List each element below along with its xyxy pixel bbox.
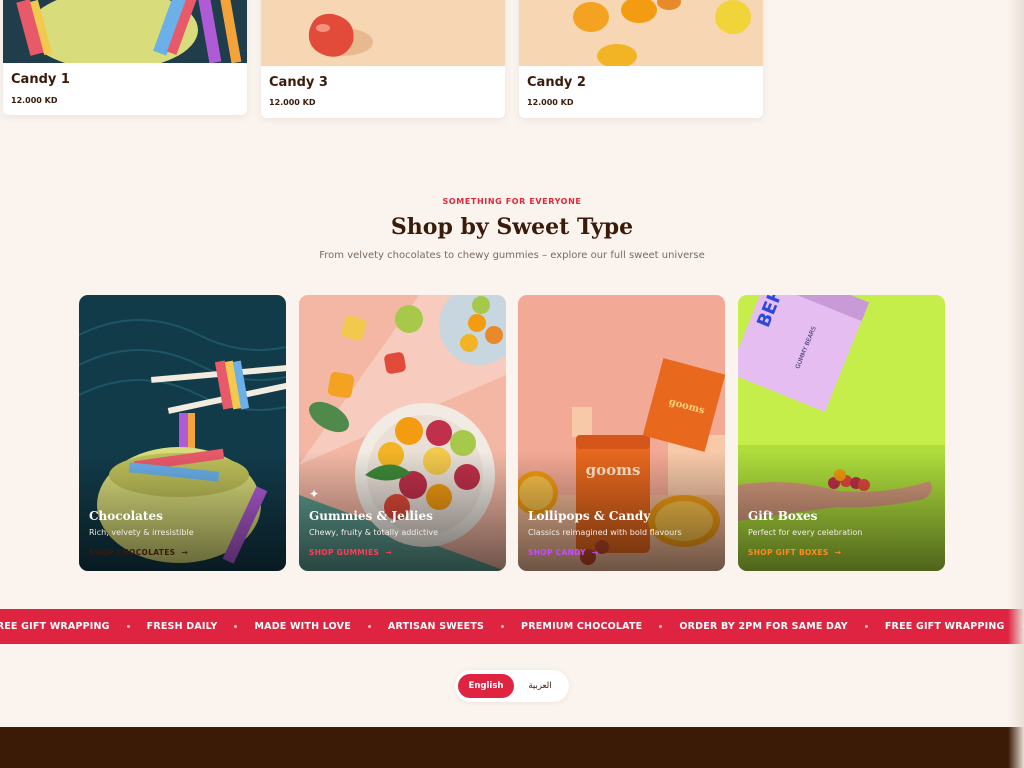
product-grid: Candy 1 12.000 KD Candy 3 12.000 KD Cand…: [0, 0, 1024, 130]
product-card[interactable]: Candy 1 12.000 KD: [3, 0, 247, 115]
dot-separator: [367, 625, 371, 628]
link-label: SHOP GIFT BOXES: [748, 548, 829, 557]
product-card[interactable]: Candy 2 12.000 KD: [519, 0, 763, 118]
marquee-item: FRESH DAILY: [146, 621, 218, 632]
dot-separator: [126, 625, 130, 628]
category-description: Perfect for every celebration: [748, 528, 863, 537]
category-title: Chocolates: [89, 509, 163, 523]
category-title: Gift Boxes: [748, 509, 818, 523]
link-label: SHOP CHOCOLATES: [89, 548, 176, 557]
category-title: Gummies & Jellies: [309, 509, 433, 523]
section-eyebrow: SOMETHING FOR EVERYONE: [442, 197, 582, 206]
product-price: 12.000 KD: [11, 96, 58, 105]
arrow-right-icon: →: [834, 548, 842, 557]
language-english-button[interactable]: English: [458, 674, 514, 698]
category-description: Rich, velvety & irresistible: [89, 528, 194, 537]
language-arabic-button[interactable]: العربية: [512, 674, 568, 698]
marquee-item: ORDER BY 2PM FOR SAME DAY: [679, 621, 848, 632]
marquee-item: FREE GIFT WRAPPING: [884, 621, 1005, 632]
category-card-lollipops[interactable]: gooms gooms Lollipops & Candy Classics r…: [518, 295, 725, 571]
category-card-gift-boxes[interactable]: BEHAVE GUMMY BEARS Gift Boxes Perfect fo…: [738, 295, 945, 571]
dot-separator: [659, 625, 663, 628]
marquee-item: ARTISAN SWEETS: [387, 621, 485, 632]
product-card[interactable]: Candy 3 12.000 KD: [261, 0, 505, 118]
category-card-chocolates[interactable]: Chocolates Rich, velvety & irresistible …: [79, 295, 286, 571]
product-price: 12.000 KD: [269, 98, 316, 107]
shop-chocolates-link[interactable]: SHOP CHOCOLATES →: [89, 548, 188, 557]
product-price: 12.000 KD: [527, 98, 574, 107]
section-subtitle: From velvety chocolates to chewy gummies…: [319, 250, 705, 261]
link-label: SHOP GUMMIES: [309, 548, 380, 557]
link-label: SHOP CANDY: [528, 548, 586, 557]
category-card-gummies[interactable]: ✦ Gummies & Jellies Chewy, fruity & tota…: [299, 295, 506, 571]
product-name: Candy 2: [527, 75, 586, 90]
section-title: Shop by Sweet Type: [390, 214, 634, 240]
scrollbar-track[interactable]: [1008, 0, 1024, 768]
footer: [0, 727, 1024, 768]
category-title: Lollipops & Candy: [528, 509, 651, 523]
language-switcher: English العربية: [455, 670, 569, 702]
dot-separator: [501, 625, 505, 628]
shop-gummies-link[interactable]: SHOP GUMMIES →: [309, 548, 392, 557]
marquee-item: MADE WITH LOVE: [254, 621, 351, 632]
product-image: [519, 0, 763, 68]
arrow-right-icon: →: [181, 548, 188, 557]
announcement-marquee: FREE GIFT WRAPPING FRESH DAILY MADE WITH L…: [0, 609, 1024, 644]
candy-icon: ✦: [309, 487, 320, 501]
arrow-right-icon: →: [591, 548, 599, 557]
dot-separator: [234, 625, 238, 628]
product-name: Candy 3: [269, 75, 328, 90]
arrow-right-icon: →: [385, 548, 392, 557]
product-image: [3, 0, 247, 70]
category-description: Classics reimagined with bold flavours: [528, 528, 682, 537]
product-name: Candy 1: [11, 72, 70, 87]
marquee-item: PREMIUM CHOCOLATE: [521, 621, 643, 632]
shop-candy-link[interactable]: SHOP CANDY →: [528, 548, 598, 557]
product-image: [261, 0, 505, 66]
category-description: Chewy, fruity & totally addictive: [309, 528, 439, 537]
marquee-track: FREE GIFT WRAPPING FRESH DAILY MADE WITH L…: [0, 621, 1024, 632]
shop-gift-boxes-link[interactable]: SHOP GIFT BOXES →: [748, 548, 841, 557]
dot-separator: [864, 625, 868, 628]
marquee-item: FREE GIFT WRAPPING: [0, 621, 110, 632]
